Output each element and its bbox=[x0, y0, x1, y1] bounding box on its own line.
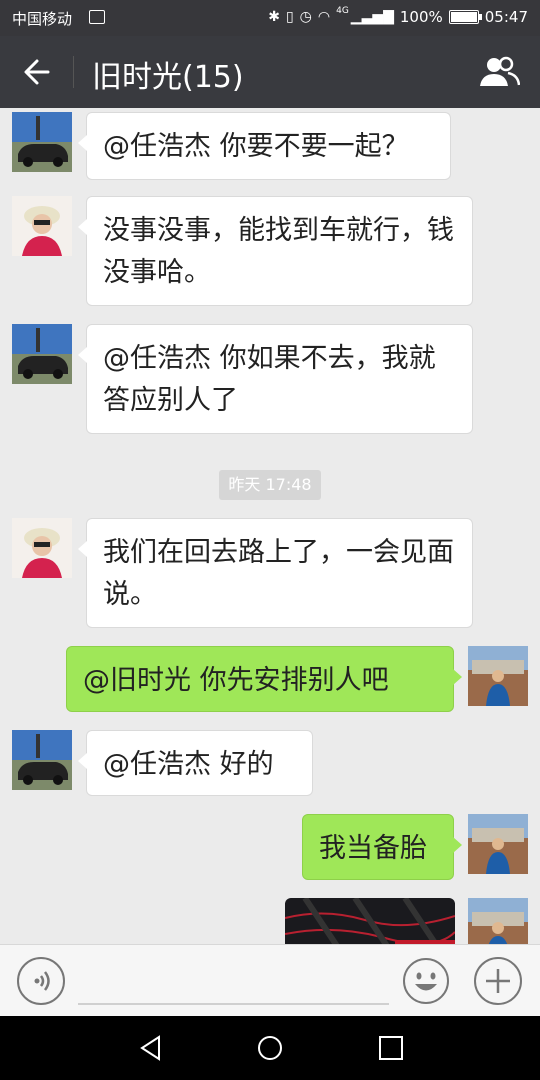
woman-avatar-image bbox=[12, 518, 72, 578]
avatar[interactable] bbox=[468, 898, 528, 944]
message-bubble[interactable]: 我当备胎 bbox=[302, 814, 462, 880]
message-text: 没事没事，能找到车就行，钱没事哈。 bbox=[103, 215, 454, 288]
avatar[interactable] bbox=[12, 112, 72, 172]
title-divider bbox=[73, 56, 74, 88]
bluetooth-icon: ✱ bbox=[268, 9, 280, 25]
plus-icon bbox=[486, 969, 510, 993]
message-bubble[interactable]: @任浩杰 好的 bbox=[78, 730, 313, 796]
nav-recents-icon[interactable] bbox=[377, 1034, 405, 1062]
input-bar bbox=[0, 944, 540, 1016]
message-text: 我们在回去路上了，一会见面说。 bbox=[103, 537, 454, 610]
avatar[interactable] bbox=[468, 646, 528, 706]
avatar[interactable] bbox=[468, 814, 528, 874]
activity-icon bbox=[89, 10, 105, 24]
network-type: 4G bbox=[336, 6, 349, 16]
message-bubble[interactable]: @任浩杰 你如果不去，我就答应别人了 bbox=[78, 324, 473, 434]
avatar[interactable] bbox=[12, 518, 72, 578]
avatar[interactable] bbox=[12, 324, 72, 384]
message-text: @任浩杰 你要不要一起？ bbox=[103, 131, 409, 162]
wifi-icon: ◠ bbox=[317, 9, 331, 25]
message-bubble[interactable]: 我们在回去路上了，一会见面说。 bbox=[78, 518, 473, 628]
message-bubble[interactable]: @任浩杰 你要不要一起？ bbox=[78, 112, 451, 180]
back-arrow-icon[interactable] bbox=[22, 52, 52, 92]
message-text: @旧时光 你先安排别人吧 bbox=[83, 665, 389, 696]
self-avatar-image bbox=[468, 646, 528, 706]
avatar[interactable] bbox=[12, 730, 72, 790]
message-bubble[interactable]: 没事没事，能找到车就行，钱没事哈。 bbox=[78, 196, 473, 306]
message-bubble[interactable]: @旧时光 你先安排别人吧 bbox=[66, 646, 462, 712]
emoji-icon[interactable] bbox=[402, 957, 450, 1005]
woman-avatar-image bbox=[12, 196, 72, 256]
status-icons: ✱ ▯ ◷ ◠ 4G ▁▃▅▇ 100% 05:47 bbox=[268, 6, 528, 26]
timestamp: 昨天 17:48 bbox=[219, 470, 321, 500]
status-bar: 中国移动 ✱ ▯ ◷ ◠ 4G ▁▃▅▇ 100% 05:47 bbox=[0, 0, 540, 36]
message-text: @任浩杰 好的 bbox=[103, 749, 274, 780]
group-members-icon[interactable] bbox=[478, 54, 520, 90]
avatar[interactable] bbox=[12, 196, 72, 256]
carrier-name: 中国移动 bbox=[12, 10, 73, 28]
vibrate-icon: ▯ bbox=[285, 9, 294, 25]
voice-icon bbox=[34, 971, 50, 991]
clock: 05:47 bbox=[484, 8, 528, 26]
title-bar: 旧时光(15) bbox=[0, 36, 540, 108]
voice-button[interactable] bbox=[17, 957, 65, 1005]
navigation-bar bbox=[0, 1016, 540, 1080]
battery-icon bbox=[448, 10, 482, 24]
battery-percent: 100% bbox=[399, 8, 443, 26]
self-avatar-image bbox=[468, 898, 528, 944]
car-avatar-image bbox=[12, 112, 72, 172]
car-avatar-image bbox=[12, 324, 72, 384]
message-input[interactable] bbox=[78, 1003, 389, 1005]
nav-back-icon[interactable] bbox=[137, 1034, 165, 1062]
car-seat-photo bbox=[285, 898, 455, 944]
chat-title: 旧时光(15) bbox=[92, 60, 244, 95]
alarm-icon: ◷ bbox=[299, 9, 312, 25]
car-avatar-image bbox=[12, 730, 72, 790]
image-message[interactable] bbox=[285, 898, 455, 944]
self-avatar-image bbox=[468, 814, 528, 874]
message-text: @任浩杰 你如果不去，我就答应别人了 bbox=[103, 343, 436, 416]
more-button[interactable] bbox=[474, 957, 522, 1005]
chat-area[interactable]: @任浩杰 你要不要一起？ 没事没事，能找到车就行，钱没事哈。 @任浩杰 你如果不… bbox=[0, 108, 540, 944]
message-text: 我当备胎 bbox=[319, 833, 427, 864]
signal-icon: ▁▃▅▇ bbox=[350, 9, 394, 25]
nav-home-icon[interactable] bbox=[256, 1034, 284, 1062]
